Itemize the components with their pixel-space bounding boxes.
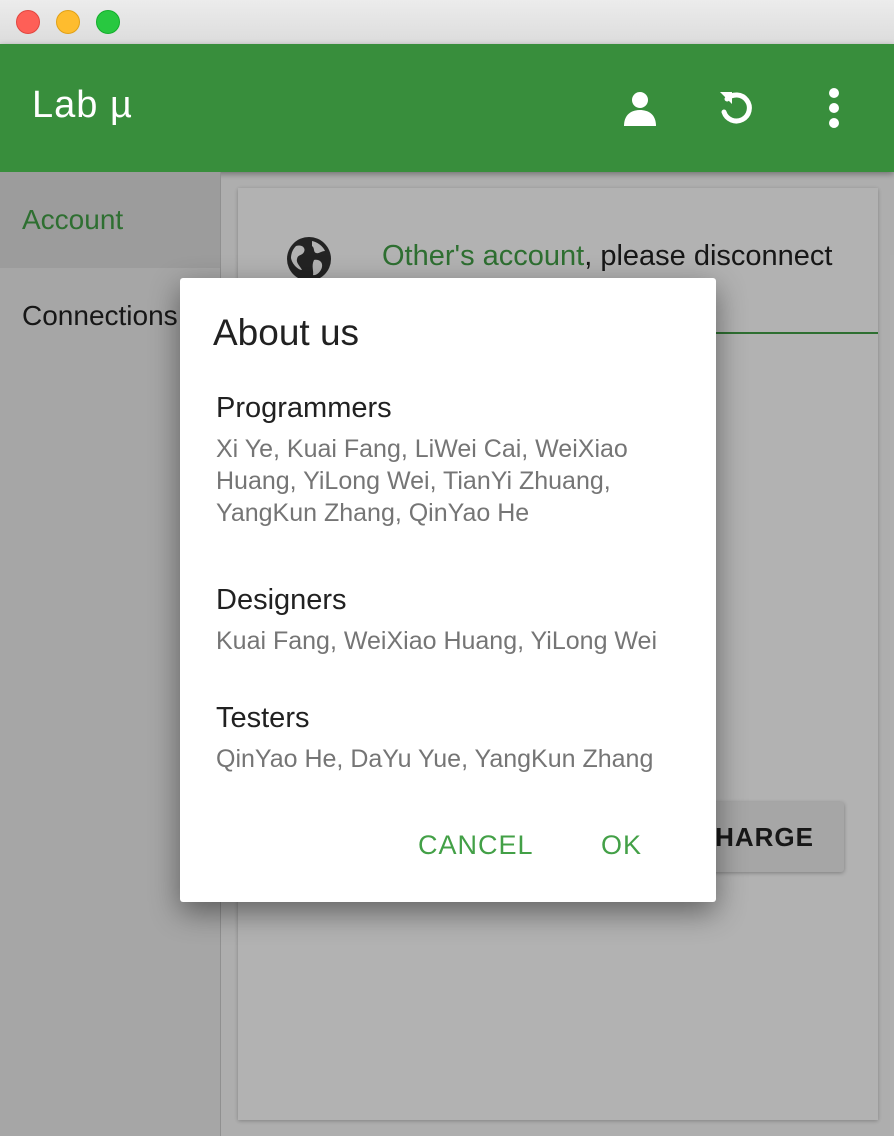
about-dialog: About us Programmers Xi Ye, Kuai Fang, L… — [180, 278, 716, 902]
dialog-title: About us — [213, 312, 360, 353]
section-heading: Designers — [216, 584, 347, 616]
app-bar: Lab µ — [0, 44, 894, 172]
window-close-button[interactable] — [16, 10, 40, 34]
section-heading: Programmers — [216, 392, 392, 424]
section-names: Kuai Fang, WeiXiao Huang, YiLong Wei — [216, 627, 658, 655]
ok-button[interactable]: OK — [601, 830, 642, 861]
window-maximize-button[interactable] — [96, 10, 120, 34]
account-icon[interactable] — [616, 84, 664, 132]
testers-section: Testers QinYao He, DaYu Yue, YangKun Zha… — [216, 702, 676, 775]
section-names: QinYao He, DaYu Yue, YangKun Zhang — [216, 745, 654, 773]
section-heading: Testers — [216, 702, 310, 734]
window-minimize-button[interactable] — [56, 10, 80, 34]
more-vert-icon[interactable] — [810, 84, 858, 132]
section-names: Xi Ye, Kuai Fang, LiWei Cai, WeiXiao Hua… — [216, 435, 628, 527]
cancel-button[interactable]: CANCEL — [418, 830, 534, 861]
app-title: Lab µ — [32, 84, 133, 126]
window-titlebar — [0, 0, 894, 45]
designers-section: Designers Kuai Fang, WeiXiao Huang, YiLo… — [216, 584, 676, 657]
refresh-icon[interactable] — [712, 84, 760, 132]
programmers-section: Programmers Xi Ye, Kuai Fang, LiWei Cai,… — [216, 392, 676, 529]
